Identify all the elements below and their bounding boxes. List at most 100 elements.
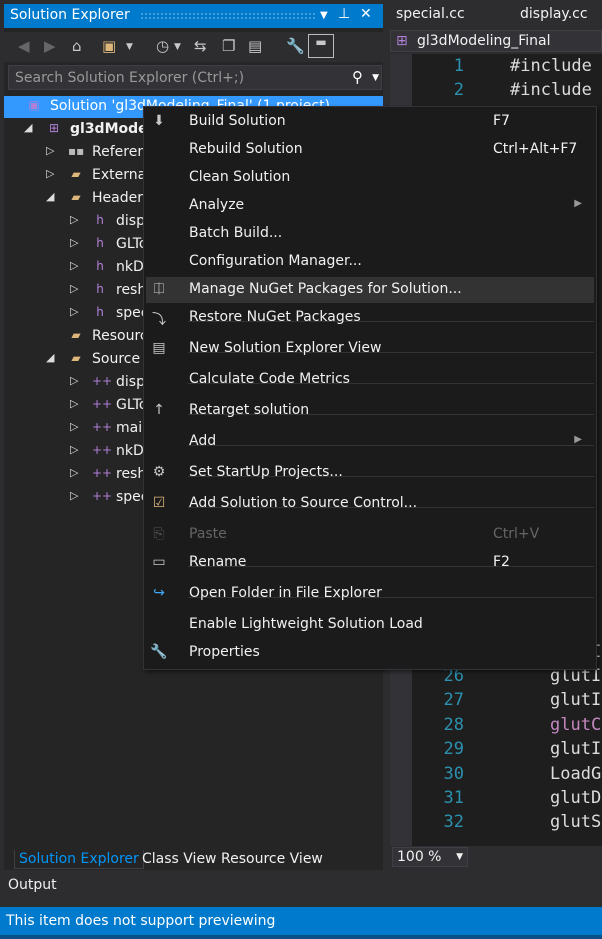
restore-icon: ⤵ (152, 312, 166, 328)
line-number: 31 (443, 788, 464, 808)
menu-item-restore-nuget-packages[interactable]: ⤵ Restore NuGet Packages (146, 305, 594, 331)
collapse-all-icon[interactable]: ❐ (222, 37, 235, 55)
cpp-file-icon: ++ (92, 374, 113, 388)
menu-item-calculate-code-metrics[interactable]: Calculate Code Metrics (146, 367, 594, 393)
menu-item-enable-lightweight-solution-load[interactable]: Enable Lightweight Solution Load (146, 612, 594, 638)
line-number: 32 (443, 812, 464, 833)
collapsed-arrow-icon[interactable]: ▷ (70, 420, 78, 433)
collapsed-arrow-icon[interactable]: ▷ (70, 397, 78, 410)
status-text: This item does not support previewing (6, 913, 276, 929)
menu-item-label: Set StartUp Projects... (189, 464, 343, 480)
menu-item-manage-nuget-packages-for-solution[interactable]: ⎅ Manage NuGet Packages for Solution... (146, 277, 594, 303)
dropdown-icon[interactable]: ▼ (372, 73, 379, 83)
zoom-level: 100 % (397, 849, 442, 865)
collapsed-arrow-icon[interactable]: ▷ (46, 167, 54, 180)
menu-item-build-solution[interactable]: ⬇ Build Solution F7 (146, 109, 594, 135)
tab-resource-view[interactable]: Resource View (217, 850, 327, 868)
source-control-icon: ☑ (152, 495, 166, 511)
collapsed-arrow-icon[interactable]: ▷ (70, 259, 78, 272)
search-input[interactable]: Search Solution Explorer (Ctrl+;) ⚲ ▼ (8, 65, 382, 90)
collapsed-arrow-icon[interactable]: ▷ (70, 305, 78, 318)
menu-item-label: Analyze (189, 197, 245, 213)
menu-item-rebuild-solution[interactable]: Rebuild Solution Ctrl+Alt+F7 (146, 137, 594, 163)
panel-title: Solution Explorer (10, 7, 130, 23)
switch-views-icon[interactable]: ▣ (102, 37, 116, 55)
copy-icon[interactable]: ▤ (248, 37, 262, 55)
menu-item-new-solution-explorer-view[interactable]: ▤ New Solution Explorer View (146, 336, 594, 362)
menu-item-rename[interactable]: ▭ Rename F2 (146, 550, 594, 576)
zoom-dropdown[interactable]: 100 % ▼ (392, 847, 468, 867)
filter-folder-icon: ▰ (71, 190, 81, 204)
output-tab[interactable]: Output (8, 877, 57, 893)
pin-icon[interactable]: ⊥ (338, 6, 350, 22)
menu-item-label: Open Folder in File Explorer (189, 585, 382, 601)
menu-item-configuration-manager[interactable]: Configuration Manager... (146, 249, 594, 275)
panel-title-bar: Solution Explorer ▼ ⊥ ✕ (4, 4, 383, 28)
submenu-arrow-icon: ▶ (574, 434, 582, 445)
forward-icon[interactable]: ▶ (44, 37, 56, 55)
code-line: glutI (550, 690, 602, 711)
menu-item-label: Rename (189, 554, 247, 570)
line-number: 1 (453, 56, 464, 76)
dropdown-icon: ▼ (456, 852, 463, 862)
shortcut: Ctrl+Alt+F7 (493, 141, 578, 157)
sync-icon[interactable]: ⇆ (194, 37, 207, 55)
search-icon[interactable]: ⚲ (352, 68, 363, 86)
shortcut: F7 (493, 113, 510, 129)
dropdown-icon[interactable]: ▼ (126, 42, 133, 52)
tab-solution-explorer[interactable]: Solution Explorer (14, 850, 144, 869)
collapsed-arrow-icon[interactable]: ▷ (70, 489, 78, 502)
cpp-file-icon: ++ (92, 466, 113, 480)
menu-item-label: Configuration Manager... (189, 253, 362, 269)
menu-item-retarget-solution[interactable]: ↑ Retarget solution (146, 398, 594, 424)
collapsed-arrow-icon[interactable]: ▷ (70, 213, 78, 226)
references-icon: ▪▪ (68, 144, 85, 158)
menu-item-label: Properties (189, 644, 260, 660)
collapsed-arrow-icon[interactable]: ▷ (70, 236, 78, 249)
gear-icon: ⚙ (152, 464, 166, 480)
external-dependencies-icon: ▰ (71, 167, 81, 181)
tab-display-cc[interactable]: display.cc (520, 6, 588, 22)
nuget-icon: ⎅ (153, 281, 165, 297)
menu-item-analyze[interactable]: Analyze ▶ (146, 193, 594, 219)
pending-changes-icon[interactable]: ◷ (156, 37, 169, 55)
tab-class-view[interactable]: Class View (138, 850, 221, 868)
status-bar-edge (0, 935, 602, 939)
expanded-arrow-icon[interactable]: ◢ (24, 121, 32, 134)
menu-item-label: Calculate Code Metrics (189, 371, 350, 387)
collapsed-arrow-icon[interactable]: ▷ (70, 374, 78, 387)
wrench-icon[interactable]: 🔧 (286, 37, 305, 55)
back-icon[interactable]: ◀ (18, 37, 30, 55)
menu-item-add[interactable]: Add ▶ (146, 429, 594, 455)
menu-item-add-solution-to-source-control[interactable]: ☑ Add Solution to Source Control... (146, 491, 594, 517)
title-grip[interactable] (140, 12, 316, 20)
shortcut: Ctrl+V (493, 526, 540, 542)
arrow-up-icon: ↑ (153, 402, 165, 418)
menu-item-label: Rebuild Solution (189, 141, 303, 157)
code-line: glutD (550, 788, 602, 808)
tab-special-cc[interactable]: special.cc (396, 6, 465, 22)
collapsed-arrow-icon[interactable]: ▷ (70, 443, 78, 456)
home-icon[interactable]: ⌂ (72, 37, 82, 55)
menu-item-properties[interactable]: 🔧 Properties (146, 640, 594, 666)
project-icon: ⊞ (396, 33, 408, 49)
collapsed-arrow-icon[interactable]: ▷ (70, 466, 78, 479)
code-line: #include (510, 56, 592, 76)
preview-icon[interactable]: ▬ (308, 34, 334, 58)
collapsed-arrow-icon[interactable]: ▷ (46, 144, 54, 157)
close-icon[interactable]: ✕ (360, 6, 372, 22)
menu-item-set-startup-projects[interactable]: ⚙ Set StartUp Projects... (146, 460, 594, 486)
search-placeholder: Search Solution Explorer (Ctrl+;) (15, 70, 245, 86)
menu-item-label: Add Solution to Source Control... (189, 495, 418, 511)
header-file-icon: h (96, 213, 104, 227)
dropdown-icon[interactable]: ▼ (174, 42, 181, 52)
dropdown-icon[interactable]: ▼ (320, 10, 328, 21)
menu-item-open-folder-in-file-explorer[interactable]: ↪ Open Folder in File Explorer (146, 581, 594, 607)
menu-item-clean-solution[interactable]: Clean Solution (146, 165, 594, 191)
expanded-arrow-icon[interactable]: ◢ (46, 351, 54, 364)
menu-item-batch-build[interactable]: Batch Build... (146, 221, 594, 247)
project-dropdown[interactable]: ⊞ gl3dModeling_Final (390, 30, 602, 52)
collapsed-arrow-icon[interactable]: ▷ (70, 282, 78, 295)
expanded-arrow-icon[interactable]: ◢ (46, 190, 54, 203)
wrench-icon: 🔧 (150, 644, 168, 660)
